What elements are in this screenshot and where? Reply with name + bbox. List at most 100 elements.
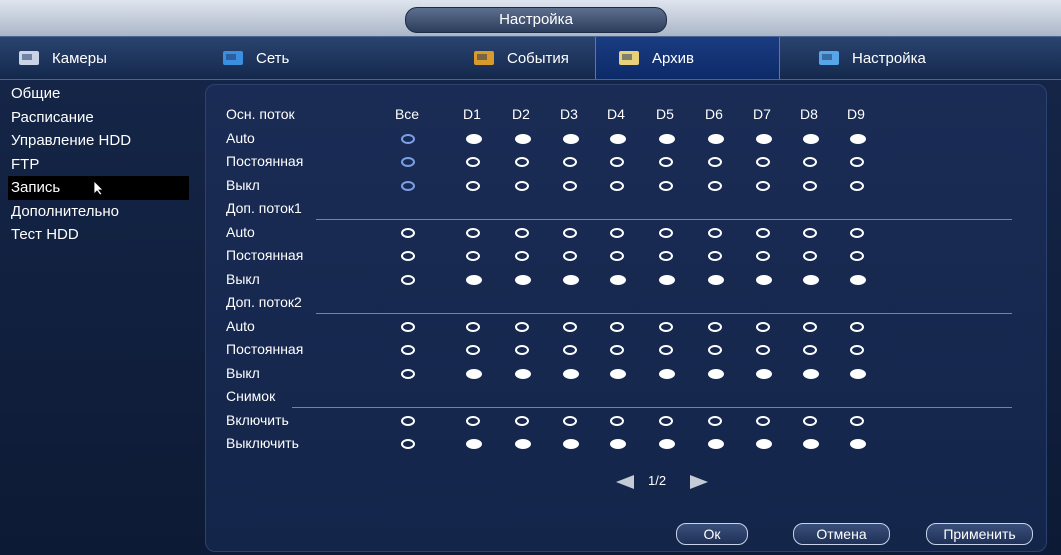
radio-channel[interactable] [850, 180, 864, 191]
radio-channel[interactable] [803, 180, 817, 191]
radio-channel[interactable] [610, 251, 624, 261]
radio-channel[interactable] [563, 274, 579, 285]
radio-channel[interactable] [803, 439, 819, 449]
radio-channel[interactable] [610, 368, 626, 379]
radio-channel[interactable] [850, 321, 864, 332]
radio-channel[interactable] [850, 157, 864, 167]
ok-button[interactable]: Ок [676, 523, 748, 545]
radio-channel[interactable] [659, 227, 673, 238]
radio-all[interactable] [401, 368, 415, 379]
radio-channel[interactable] [466, 274, 482, 285]
radio-channel[interactable] [803, 251, 817, 261]
radio-channel[interactable] [659, 157, 673, 167]
radio-all[interactable] [401, 274, 415, 285]
radio-channel[interactable] [850, 345, 864, 355]
radio-channel[interactable] [563, 133, 579, 144]
radio-channel[interactable] [803, 133, 819, 144]
radio-channel[interactable] [659, 345, 673, 355]
radio-channel[interactable] [756, 415, 770, 426]
cancel-button[interactable]: Отмена [793, 523, 890, 545]
radio-channel[interactable] [756, 368, 772, 379]
radio-channel[interactable] [659, 180, 673, 191]
radio-channel[interactable] [850, 251, 864, 261]
radio-channel[interactable] [756, 227, 770, 238]
radio-channel[interactable] [466, 157, 480, 167]
radio-channel[interactable] [708, 157, 722, 167]
radio-channel[interactable] [563, 345, 577, 355]
radio-channel[interactable] [756, 321, 770, 332]
prev-page-icon[interactable] [614, 474, 636, 495]
radio-channel[interactable] [563, 415, 577, 426]
radio-channel[interactable] [563, 157, 577, 167]
radio-channel[interactable] [515, 415, 529, 426]
radio-channel[interactable] [850, 368, 866, 379]
radio-channel[interactable] [708, 180, 722, 191]
radio-channel[interactable] [803, 227, 817, 238]
radio-channel[interactable] [466, 439, 482, 449]
radio-channel[interactable] [803, 321, 817, 332]
radio-channel[interactable] [563, 180, 577, 191]
radio-channel[interactable] [659, 251, 673, 261]
radio-channel[interactable] [515, 345, 529, 355]
tab-network[interactable]: Сеть [200, 37, 395, 79]
radio-channel[interactable] [563, 321, 577, 332]
radio-channel[interactable] [803, 345, 817, 355]
radio-channel[interactable] [610, 321, 624, 332]
sidebar-item[interactable]: FTP [8, 153, 198, 177]
radio-channel[interactable] [756, 157, 770, 167]
radio-channel[interactable] [756, 251, 770, 261]
radio-channel[interactable] [756, 180, 770, 191]
radio-channel[interactable] [659, 321, 673, 332]
radio-channel[interactable] [610, 133, 626, 144]
tab-settings[interactable]: Настройка [800, 37, 1000, 79]
radio-all[interactable] [401, 157, 415, 167]
radio-channel[interactable] [466, 321, 480, 332]
radio-channel[interactable] [563, 227, 577, 238]
radio-channel[interactable] [850, 439, 866, 449]
radio-channel[interactable] [515, 439, 531, 449]
radio-channel[interactable] [850, 227, 864, 238]
radio-channel[interactable] [850, 133, 866, 144]
radio-channel[interactable] [708, 415, 722, 426]
radio-channel[interactable] [708, 368, 724, 379]
radio-channel[interactable] [515, 368, 531, 379]
radio-channel[interactable] [466, 251, 480, 261]
sidebar-item[interactable]: Расписание [8, 106, 198, 130]
radio-channel[interactable] [708, 321, 722, 332]
radio-channel[interactable] [850, 415, 864, 426]
radio-channel[interactable] [803, 157, 817, 167]
tab-archive[interactable]: Архив [595, 37, 780, 79]
radio-channel[interactable] [659, 368, 675, 379]
radio-channel[interactable] [803, 368, 819, 379]
radio-channel[interactable] [515, 274, 531, 285]
radio-channel[interactable] [659, 415, 673, 426]
radio-channel[interactable] [610, 227, 624, 238]
radio-channel[interactable] [708, 345, 722, 355]
radio-channel[interactable] [803, 415, 817, 426]
radio-channel[interactable] [515, 321, 529, 332]
radio-channel[interactable] [610, 274, 626, 285]
radio-channel[interactable] [756, 274, 772, 285]
radio-channel[interactable] [610, 345, 624, 355]
radio-channel[interactable] [515, 133, 531, 144]
radio-channel[interactable] [659, 133, 675, 144]
radio-all[interactable] [401, 251, 415, 261]
radio-all[interactable] [401, 439, 415, 449]
radio-channel[interactable] [850, 274, 866, 285]
radio-all[interactable] [401, 415, 415, 426]
sidebar-item[interactable]: Управление HDD [8, 129, 198, 153]
radio-all[interactable] [401, 227, 415, 238]
radio-channel[interactable] [756, 345, 770, 355]
radio-channel[interactable] [466, 180, 480, 191]
radio-channel[interactable] [466, 133, 482, 144]
tab-events[interactable]: События [395, 37, 595, 79]
radio-all[interactable] [401, 180, 415, 191]
radio-channel[interactable] [610, 439, 626, 449]
sidebar-item[interactable]: Запись [8, 176, 189, 200]
radio-channel[interactable] [610, 157, 624, 167]
radio-channel[interactable] [659, 439, 675, 449]
radio-all[interactable] [401, 133, 415, 144]
radio-channel[interactable] [563, 251, 577, 261]
radio-channel[interactable] [756, 439, 772, 449]
radio-channel[interactable] [466, 415, 480, 426]
